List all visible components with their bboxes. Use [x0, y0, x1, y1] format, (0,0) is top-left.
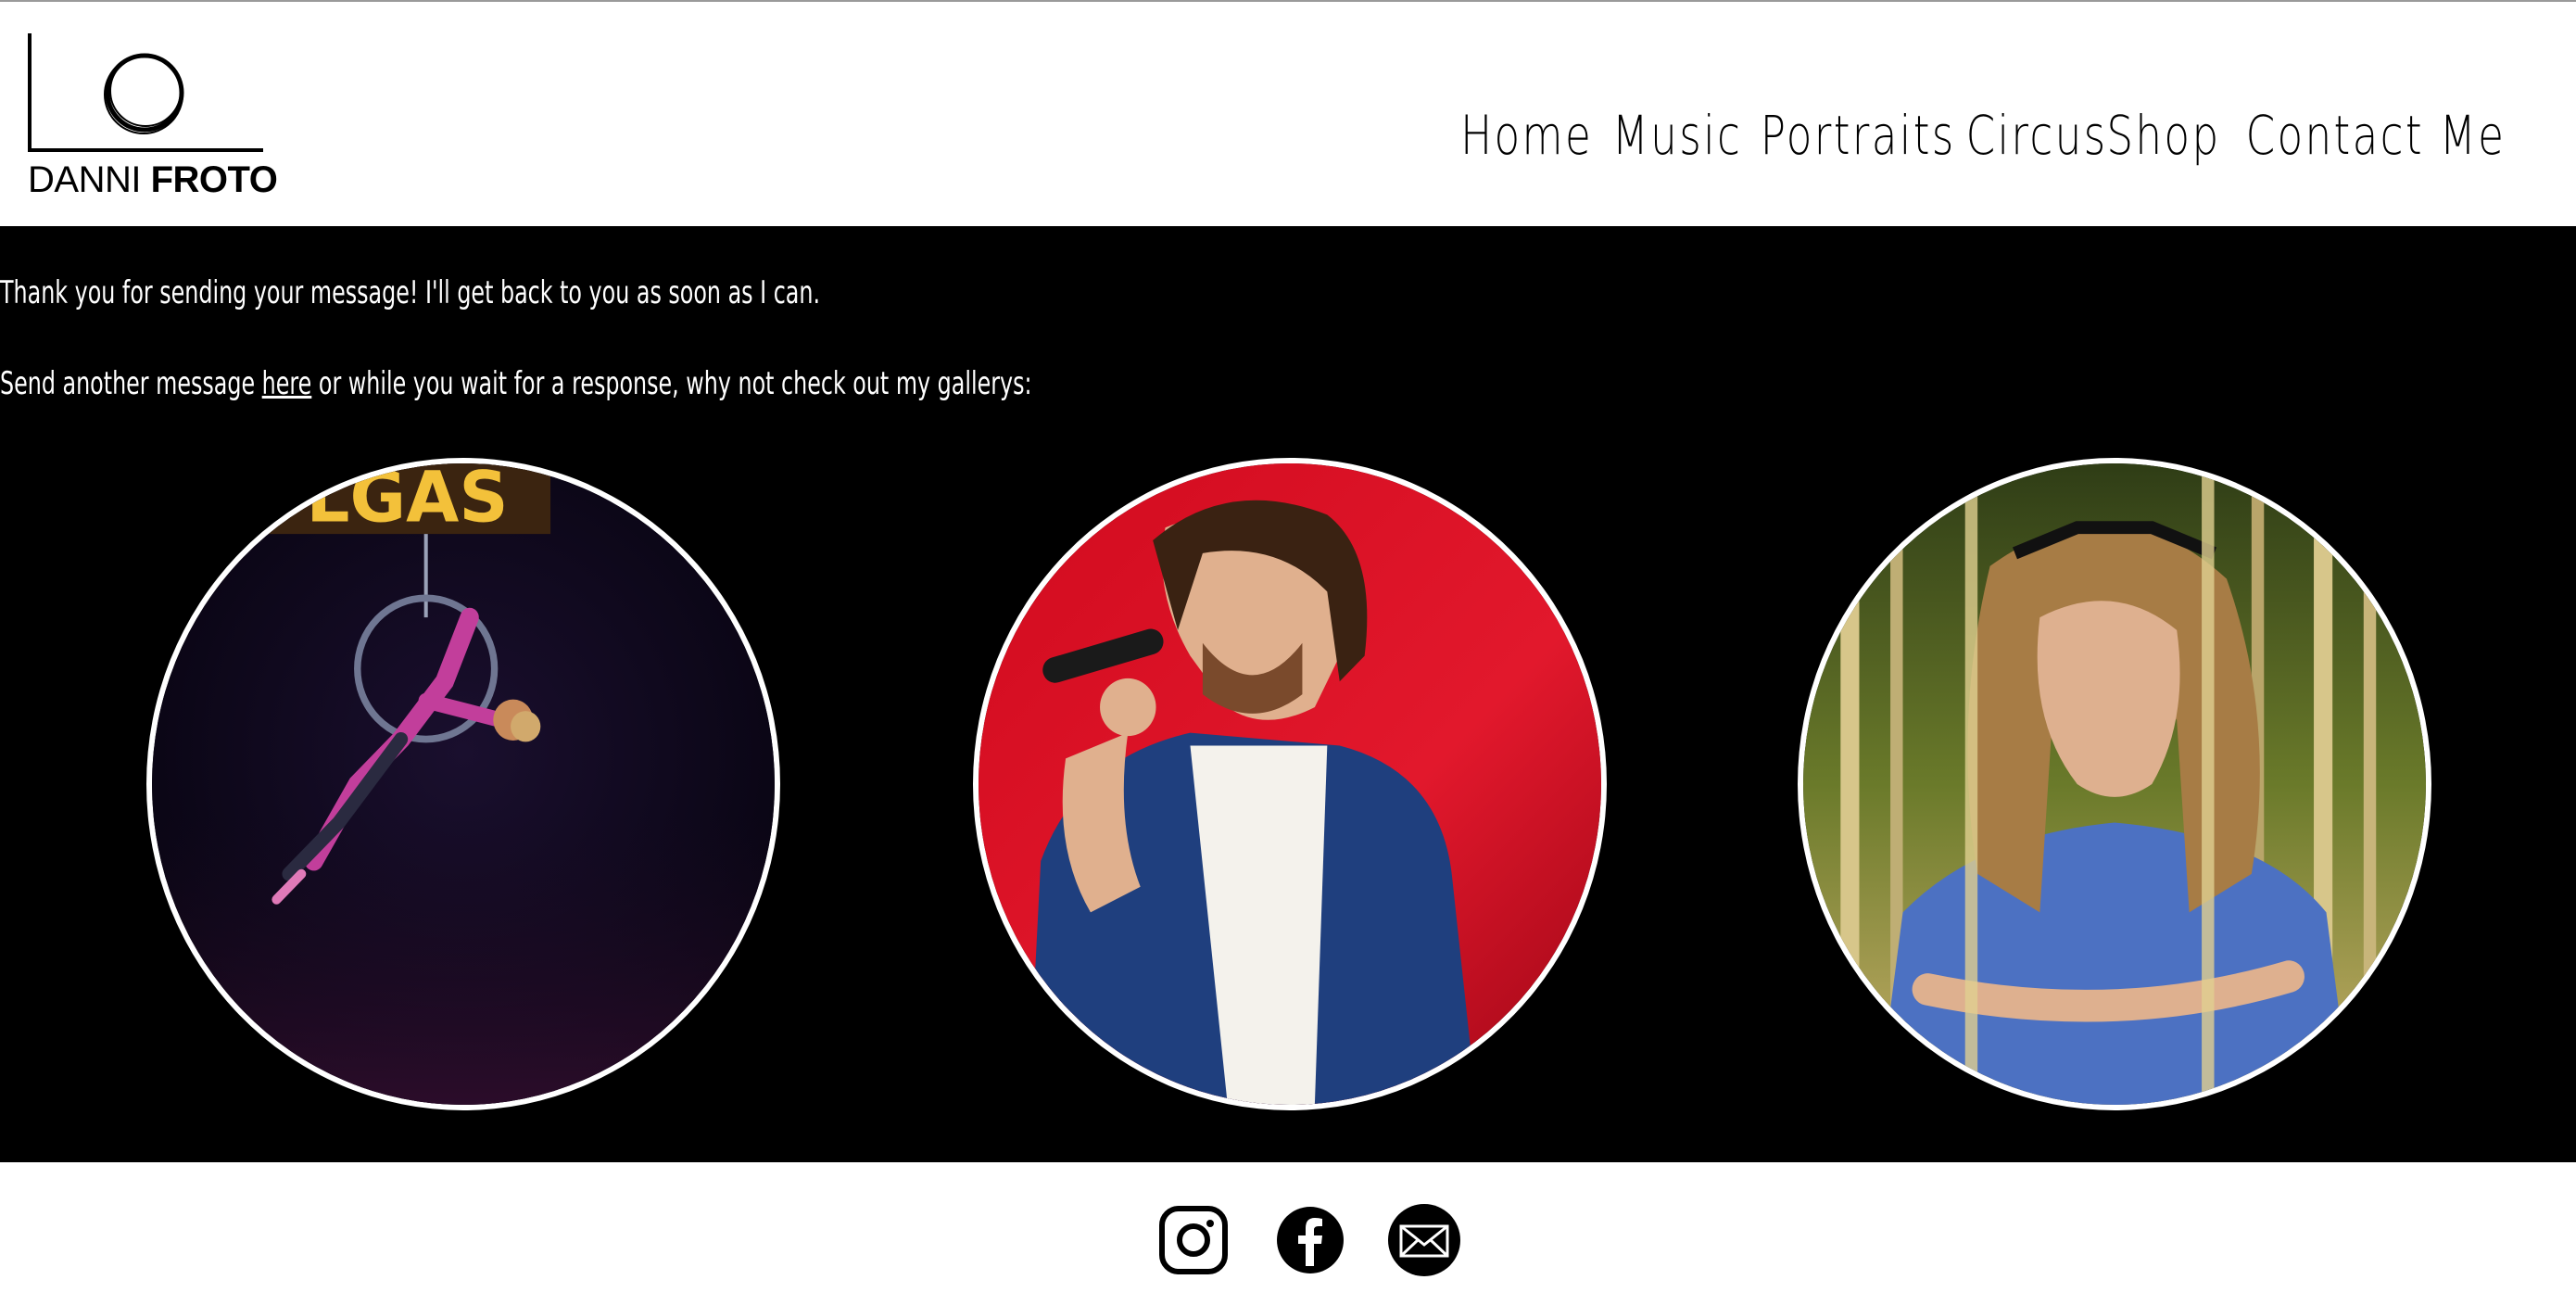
circus-gallery-link[interactable]: LGAS — [146, 458, 780, 1110]
music-gallery-link[interactable] — [973, 458, 1607, 1110]
site-header: DANNI FROTO Home Music Portraits Circus … — [0, 2, 2576, 226]
main-nav: Home Music Portraits Circus Shop Contact… — [1442, 104, 2543, 167]
email-icon[interactable] — [1386, 1202, 1462, 1278]
logo-horizontal-line — [28, 148, 263, 152]
send-another-message: Send another message here or while you w… — [0, 365, 1032, 402]
send-another-suffix: or while you wait for a response, why no… — [311, 365, 1032, 402]
site-footer — [0, 1162, 2576, 1305]
nav-music[interactable]: Music — [1612, 104, 1742, 167]
nav-shop[interactable]: Shop — [2107, 104, 2221, 167]
logo-text-second: FROTO — [150, 159, 278, 200]
nav-home[interactable]: Home — [1461, 104, 1594, 167]
site-logo[interactable]: DANNI FROTO — [28, 33, 278, 200]
send-another-prefix: Send another message — [0, 365, 262, 402]
instagram-icon[interactable] — [1158, 1205, 1229, 1275]
main-content: Thank you for sending your message! I'll… — [0, 226, 2576, 1162]
nav-contact[interactable]: Contact Me — [2246, 104, 2507, 167]
vegas-sign: LGAS — [306, 463, 508, 538]
music-photo — [979, 463, 1601, 1105]
logo-circle-icon — [104, 53, 184, 134]
logo-text: DANNI FROTO — [28, 158, 278, 202]
thank-you-message: Thank you for sending your message! I'll… — [0, 274, 821, 311]
portrait-photo — [1803, 463, 2426, 1105]
logo-text-first: DANNI — [28, 159, 141, 200]
send-another-link[interactable]: here — [262, 365, 312, 402]
circus-photo: LGAS — [152, 463, 775, 1105]
facebook-icon[interactable] — [1275, 1205, 1345, 1275]
nav-circus[interactable]: Circus — [1966, 104, 2108, 167]
logo-vertical-line — [28, 33, 32, 152]
nav-portraits[interactable]: Portraits — [1761, 104, 1956, 167]
portraits-gallery-link[interactable] — [1798, 458, 2431, 1110]
